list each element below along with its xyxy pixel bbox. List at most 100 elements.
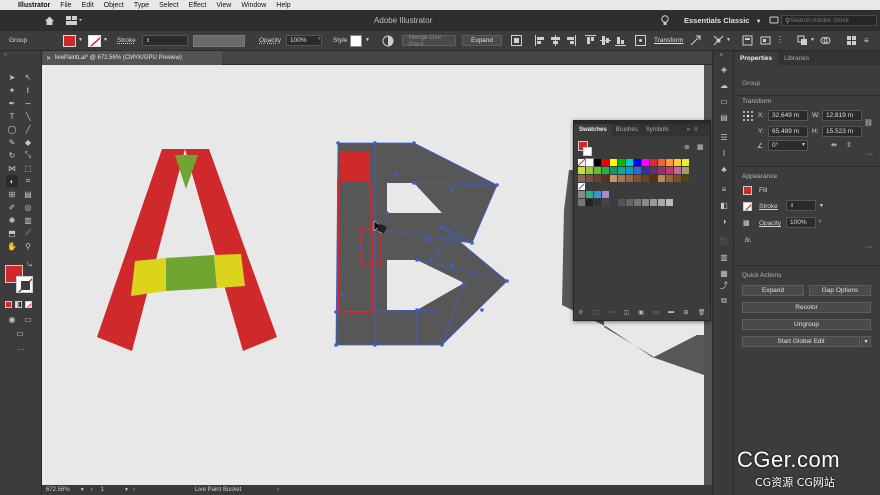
menu-type[interactable]: Type (134, 2, 149, 9)
workspace-switcher[interactable]: Essentials Classic ▼ (684, 16, 762, 25)
swatch-options-icon[interactable]: ◫ (623, 309, 629, 316)
panel-menu-icon[interactable]: ≡ (694, 127, 698, 133)
appearance-opacity-field[interactable]: 100% (786, 217, 816, 228)
more-tools-icon[interactable]: ··· (17, 345, 25, 354)
artboard-number[interactable]: 1 (101, 487, 104, 493)
eyedropper-tool-icon[interactable]: ✐ (6, 201, 18, 213)
menu-file[interactable]: File (60, 2, 71, 9)
appearance-stroke-label[interactable]: Stroke (759, 203, 778, 210)
letter-a-crossbar-left[interactable] (131, 258, 166, 296)
lightbulb-icon[interactable] (661, 15, 669, 26)
column-graph-tool-icon[interactable]: ▥ (22, 214, 34, 226)
graphic-styles-icon[interactable]: ≡ (718, 183, 730, 195)
stock-search-box[interactable]: ⚲ (781, 15, 877, 26)
brushes-icon[interactable]: ⌇ (718, 147, 730, 159)
menu-window[interactable]: Window (241, 2, 266, 9)
line-segment-tool-icon[interactable]: ╲ (22, 110, 34, 122)
expand-quick-action[interactable]: Expand (742, 285, 804, 296)
transform-reference-icon[interactable] (635, 35, 646, 46)
home-icon[interactable] (44, 15, 55, 26)
recolor-artwork-icon[interactable] (382, 35, 394, 47)
pathfinder-icon[interactable]: ⧉ (718, 295, 730, 307)
new-color-group-icon[interactable]: ▭ (653, 309, 659, 316)
stroke-dropdown-chevron-icon[interactable]: ▼ (103, 37, 108, 43)
reference-point-icon[interactable] (743, 111, 753, 121)
letter-b-painted-face[interactable] (340, 151, 370, 181)
stroke-weight-field[interactable]: ⇕ (142, 35, 188, 46)
color-panel-icon[interactable]: ▦ (718, 267, 730, 279)
toolbar-collapse-icon[interactable]: » (4, 52, 7, 58)
flip-horizontal-icon[interactable]: ⇹ (831, 141, 837, 149)
properties-icon[interactable]: ▤ (718, 111, 730, 123)
transparency-icon[interactable]: ◧ (718, 199, 730, 211)
h-field[interactable]: 15.523 m (822, 126, 862, 137)
menu-view[interactable]: View (216, 2, 231, 9)
opacity-label[interactable]: Opacity (259, 37, 281, 44)
direct-selection-tool-icon[interactable]: ↖ (22, 71, 34, 83)
tab-libraries[interactable]: Libraries (778, 52, 815, 65)
artboard-chevron-icon[interactable]: ▼ (124, 487, 129, 493)
puppet-warp-icon[interactable] (713, 35, 724, 46)
links-icon[interactable]: ☰ (718, 131, 730, 143)
isolate-group-icon[interactable] (690, 35, 701, 46)
opacity-field[interactable]: 100% (286, 35, 322, 46)
color-group-icon[interactable]: ▣ (638, 309, 644, 316)
shaper-tool-icon[interactable]: ✎ (6, 136, 18, 148)
prev-artboard-icon[interactable]: ‹ (91, 487, 93, 493)
close-tab-icon[interactable]: ✕ (46, 55, 51, 62)
status-chevron-icon[interactable]: › (277, 487, 279, 493)
align-top-icon[interactable] (585, 35, 596, 46)
strip-collapse-icon[interactable]: « (720, 52, 723, 58)
style-dropdown-chevron-icon[interactable]: ▼ (365, 37, 370, 43)
swap-fill-stroke-icon[interactable]: ⤿ (27, 262, 32, 269)
symbols-icon[interactable]: ♣ (718, 163, 730, 175)
stroke-weight-chevron-icon[interactable]: ▼ (819, 203, 824, 209)
letter-a[interactable] (97, 149, 277, 351)
align-center-icon[interactable] (550, 35, 561, 46)
panel-collapse-icon[interactable]: » (687, 127, 690, 133)
menu-app-name[interactable]: Illustrator (18, 2, 50, 9)
color-mode-button[interactable] (5, 301, 12, 308)
zoom-chevron-icon[interactable]: ▼ (80, 487, 85, 493)
fill-dropdown-chevron-icon[interactable]: ▼ (78, 37, 83, 43)
menu-select[interactable]: Select (159, 2, 178, 9)
variable-width-profile[interactable] (193, 35, 245, 47)
shape-builder-tool-icon[interactable]: ◐ (6, 175, 18, 187)
new-folder-icon[interactable]: ▬ (668, 309, 674, 315)
tab-brushes[interactable]: Brushes (612, 124, 642, 136)
edit-toolbar-icon[interactable]: ▭ (14, 327, 26, 339)
menu-edit[interactable]: Edit (82, 2, 94, 9)
x-field[interactable]: 32.649 m (768, 110, 808, 121)
stroke-panel-icon[interactable]: ⚫ (718, 235, 730, 247)
gradient-panel-icon[interactable]: ▥ (718, 251, 730, 263)
global-edit-options-button[interactable]: ▼ (861, 336, 871, 347)
appearance-stroke-swatch[interactable] (743, 202, 752, 211)
show-kinds-icon[interactable]: ⋯ (608, 309, 614, 316)
next-artboard-icon[interactable]: › (133, 487, 135, 493)
thumbnail-view-icon[interactable]: ▦ (697, 143, 704, 151)
drawing-mode-icon[interactable]: ◉ (6, 313, 18, 325)
gradient-tool-icon[interactable]: ▤ (22, 188, 34, 200)
letter-a-crossbar-middle[interactable] (166, 255, 217, 291)
letter-a-left-leg[interactable] (97, 149, 185, 351)
tab-symbols[interactable]: Symbols (642, 124, 673, 136)
grid-view-icon[interactable] (846, 35, 857, 46)
tab-properties[interactable]: Properties (734, 52, 779, 65)
opacity-icon[interactable]: ▩ (743, 219, 750, 227)
tab-swatches[interactable]: Swatches (574, 124, 612, 136)
zoom-level[interactable]: 672.56% (46, 487, 70, 493)
layers-icon[interactable]: ◈ (718, 63, 730, 75)
stepper-icon[interactable]: ⇕ (146, 38, 150, 44)
mesh-tool-icon[interactable]: ⊞ (6, 188, 18, 200)
paintbrush-tool-icon[interactable]: ╱ (22, 123, 34, 135)
list-view-icon[interactable]: ≣ (684, 143, 690, 151)
none-mode-button[interactable] (25, 301, 32, 308)
perspective-grid-tool-icon[interactable]: ⌗ (22, 175, 34, 187)
flip-vertical-icon[interactable]: ⇳ (846, 141, 852, 149)
selection-tool-icon[interactable]: ➤ (6, 71, 18, 83)
document-tab[interactable]: ✕ livePaintLai* @ 672.56% (CMYK/GPU Prev… (42, 51, 222, 65)
appearance-fill-swatch[interactable] (743, 186, 752, 195)
appearance-stroke-weight[interactable]: ⇕ (786, 200, 816, 211)
transform-more-icon[interactable]: ··· (866, 151, 873, 158)
width-tool-icon[interactable]: ⋈ (6, 162, 18, 174)
